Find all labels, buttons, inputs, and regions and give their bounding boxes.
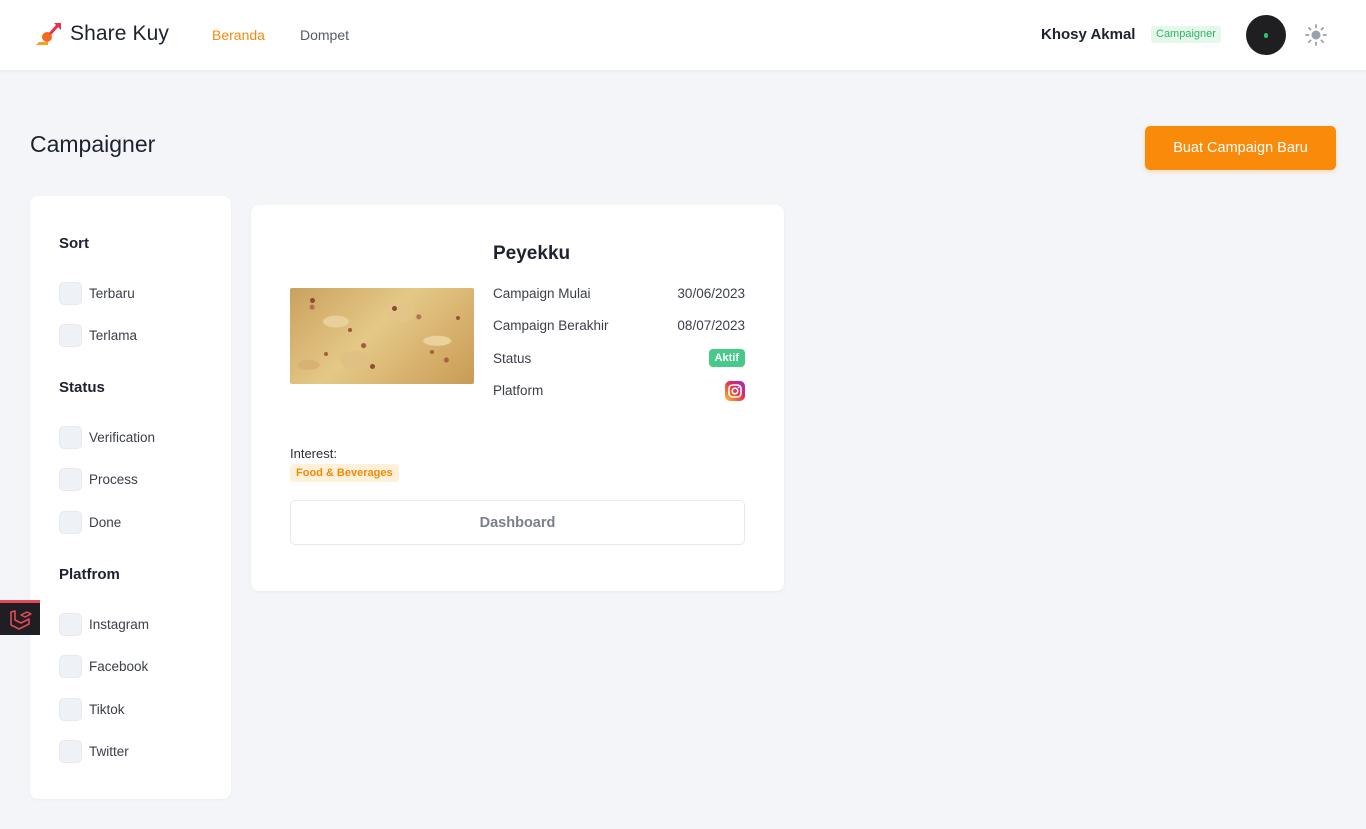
image-detail (324, 352, 328, 356)
checkbox[interactable] (59, 511, 82, 534)
page-title: Campaigner (30, 131, 156, 157)
filter-platform-instagram[interactable]: Instagram (59, 613, 149, 636)
nav-beranda[interactable]: Beranda (212, 27, 265, 43)
filter-status-verification[interactable]: Verification (59, 426, 155, 449)
online-indicator (1264, 33, 1268, 38)
filter-platform-twitter[interactable]: Twitter (59, 740, 129, 763)
user-name: Khosy Akmal (1041, 26, 1136, 43)
filter-status-process[interactable]: Process (59, 468, 138, 491)
status-label: Status (493, 351, 532, 366)
status-badge: Aktif (708, 349, 745, 367)
sort-heading: Sort (59, 235, 89, 252)
filter-label: Terbaru (89, 286, 135, 301)
avatar[interactable] (1246, 15, 1286, 55)
dashboard-button[interactable]: Dashboard (290, 500, 745, 545)
platform-heading: Platfrom (59, 566, 120, 583)
campaign-card: Peyekku Campaign Mulai 30/06/2023 Campai… (251, 205, 784, 591)
checkbox[interactable] (59, 426, 82, 449)
instagram-icon (725, 381, 745, 401)
end-date-label: Campaign Berakhir (493, 318, 609, 333)
filter-label: Tiktok (89, 702, 125, 717)
filter-label: Twitter (89, 744, 129, 759)
image-detail (430, 350, 434, 354)
filter-status-done[interactable]: Done (59, 511, 121, 534)
filter-label: Process (89, 472, 138, 487)
role-badge: Campaigner (1151, 26, 1221, 43)
laravel-icon (10, 610, 32, 630)
new-campaign-button[interactable]: Buat Campaign Baru (1145, 126, 1336, 170)
top-navbar: Share Kuy Beranda Dompet Khosy Akmal Cam… (0, 0, 1366, 70)
checkbox[interactable] (59, 468, 82, 491)
filter-label: Done (89, 515, 122, 530)
filter-label: Instagram (89, 617, 150, 632)
image-detail (456, 316, 460, 320)
filter-label: Terlama (89, 328, 138, 343)
image-detail (392, 306, 397, 311)
campaign-image (290, 288, 474, 384)
filter-platform-tiktok[interactable]: Tiktok (59, 698, 125, 721)
filter-label: Verification (89, 430, 156, 445)
checkbox[interactable] (59, 324, 82, 347)
checkbox[interactable] (59, 740, 82, 763)
filter-platform-facebook[interactable]: Facebook (59, 655, 148, 678)
interest-label: Interest: (290, 446, 337, 461)
laravel-debugbar-toggle[interactable] (0, 600, 40, 635)
sun-icon[interactable] (1304, 23, 1328, 47)
logo-icon (34, 20, 64, 48)
start-date-value: 30/06/2023 (677, 286, 745, 301)
checkbox[interactable] (59, 655, 82, 678)
filter-panel: Sort Terbaru Terlama Status Verification… (30, 196, 231, 799)
brand-name: Share Kuy (70, 22, 169, 45)
nav-dompet[interactable]: Dompet (300, 27, 349, 43)
filter-sort-terlama[interactable]: Terlama (59, 324, 137, 347)
image-detail (310, 298, 315, 303)
image-detail (348, 328, 352, 332)
status-heading: Status (59, 379, 105, 396)
campaign-title: Peyekku (493, 243, 571, 264)
end-date-value: 08/07/2023 (677, 318, 745, 333)
filter-label: Facebook (89, 659, 149, 674)
checkbox[interactable] (59, 698, 82, 721)
brand-logo[interactable]: Share Kuy (34, 20, 169, 48)
platform-label: Platform (493, 383, 544, 398)
filter-sort-terbaru[interactable]: Terbaru (59, 282, 135, 305)
interest-tag: Food & Beverages (290, 464, 399, 482)
checkbox[interactable] (59, 613, 82, 636)
start-date-label: Campaign Mulai (493, 286, 591, 301)
image-detail (370, 364, 375, 369)
checkbox[interactable] (59, 282, 82, 305)
